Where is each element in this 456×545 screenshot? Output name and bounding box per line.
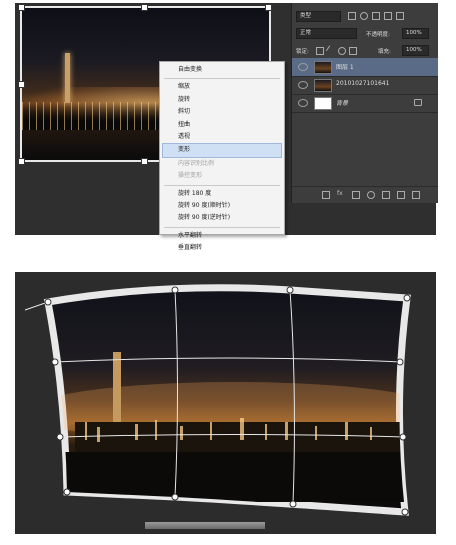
fill-input[interactable]: 100%	[402, 45, 429, 56]
adjustment-layer-icon[interactable]	[367, 191, 375, 199]
layers-panel: 类型 正常 不透明度: 100% 锁定: 填充: 100% 图层 1 20101…	[291, 3, 438, 203]
warp-canvas[interactable]	[15, 272, 436, 534]
transform-handle[interactable]	[18, 81, 25, 88]
smart-object-filter-icon[interactable]	[396, 12, 404, 20]
scrollbar[interactable]	[145, 522, 265, 529]
menu-item[interactable]: 扭曲	[160, 119, 284, 131]
taipei-101-tower	[65, 53, 70, 103]
layer-row[interactable]: 20101027101641	[292, 76, 438, 95]
layer-name: 背景	[336, 100, 349, 107]
shape-filter-icon[interactable]	[384, 12, 392, 20]
lock-position-icon[interactable]	[338, 47, 346, 55]
menu-item[interactable]: 旋转 90 度(逆时针)	[160, 212, 284, 224]
layer-name: 图层 1	[336, 64, 354, 71]
link-layers-icon[interactable]	[322, 191, 330, 199]
transform-handle[interactable]	[18, 4, 25, 11]
layer-thumbnail	[314, 61, 332, 74]
menu-separator	[164, 226, 280, 228]
type-filter-icon[interactable]	[372, 12, 380, 20]
menu-item[interactable]: 水平翻转	[160, 230, 284, 242]
blend-mode-select[interactable]: 正常	[296, 28, 357, 39]
adjustment-filter-icon[interactable]	[360, 12, 368, 20]
transform-context-menu: 自由变换缩放 旋转 斜切 扭曲 透视 变形 内容识别比例 操控变形旋转 180 度旋转 90 …	[159, 61, 285, 251]
layer-filter-select[interactable]: 类型	[296, 11, 341, 22]
transform-handle[interactable]	[265, 4, 272, 11]
lock-icon	[414, 99, 422, 106]
new-layer-icon[interactable]	[397, 191, 405, 199]
menu-item: 操控变形	[178, 172, 203, 180]
fill-value: 100%	[406, 47, 422, 53]
layer-name: 20101027101641	[336, 80, 390, 87]
menu-item[interactable]: 垂直翻转	[160, 242, 284, 254]
menu-item[interactable]: 变形	[162, 143, 282, 158]
visibility-eye-icon[interactable]	[298, 63, 308, 71]
menu-item[interactable]: 缩放	[160, 81, 284, 93]
visibility-eye-icon[interactable]	[298, 99, 308, 107]
bottom-screenshot	[15, 272, 436, 534]
add-mask-icon[interactable]	[352, 191, 360, 199]
layer-thumbnail	[314, 97, 332, 110]
fx-icon[interactable]: fx	[337, 190, 343, 197]
opacity-value: 100%	[406, 30, 422, 36]
fill-label: 填充:	[378, 49, 391, 55]
lock-all-icon[interactable]	[349, 47, 357, 55]
transform-handle[interactable]	[141, 158, 148, 165]
layers-bottom-toolbar: fx	[292, 186, 438, 201]
transform-handle[interactable]	[18, 158, 25, 165]
layer-thumbnail	[314, 79, 332, 92]
menu-item[interactable]: 透视	[160, 131, 284, 143]
menu-item[interactable]: 自由变换	[160, 64, 284, 76]
layer-row[interactable]: 图层 1	[292, 58, 438, 77]
menu-item[interactable]: 旋转 90 度(顺时针)	[160, 200, 284, 212]
pixel-filter-icon[interactable]	[348, 12, 356, 20]
menu-item[interactable]: 旋转 180 度	[160, 188, 284, 200]
filter-kind-label: 类型	[300, 13, 312, 19]
lock-transparent-icon[interactable]	[316, 47, 324, 55]
layer-row[interactable]: 背景	[292, 94, 438, 113]
delete-layer-icon[interactable]	[412, 191, 420, 199]
visibility-eye-icon[interactable]	[298, 81, 308, 89]
menu-separator	[164, 78, 280, 80]
menu-separator	[164, 184, 280, 186]
top-screenshot: 自由变换缩放 旋转 斜切 扭曲 透视 变形 内容识别比例 操控变形旋转 180 度旋转 90 …	[15, 3, 438, 251]
lock-paint-icon[interactable]	[325, 45, 336, 55]
menu-item[interactable]: 旋转	[160, 94, 284, 106]
new-group-icon[interactable]	[382, 191, 390, 199]
opacity-input[interactable]: 100%	[402, 28, 429, 39]
menu-item: 内容识别比例	[178, 159, 215, 167]
transform-handle[interactable]	[141, 4, 148, 11]
opacity-label: 不透明度:	[366, 32, 390, 38]
blend-mode-label: 正常	[300, 30, 312, 36]
lock-label: 锁定:	[296, 49, 309, 55]
menu-item[interactable]: 斜切	[160, 106, 284, 118]
